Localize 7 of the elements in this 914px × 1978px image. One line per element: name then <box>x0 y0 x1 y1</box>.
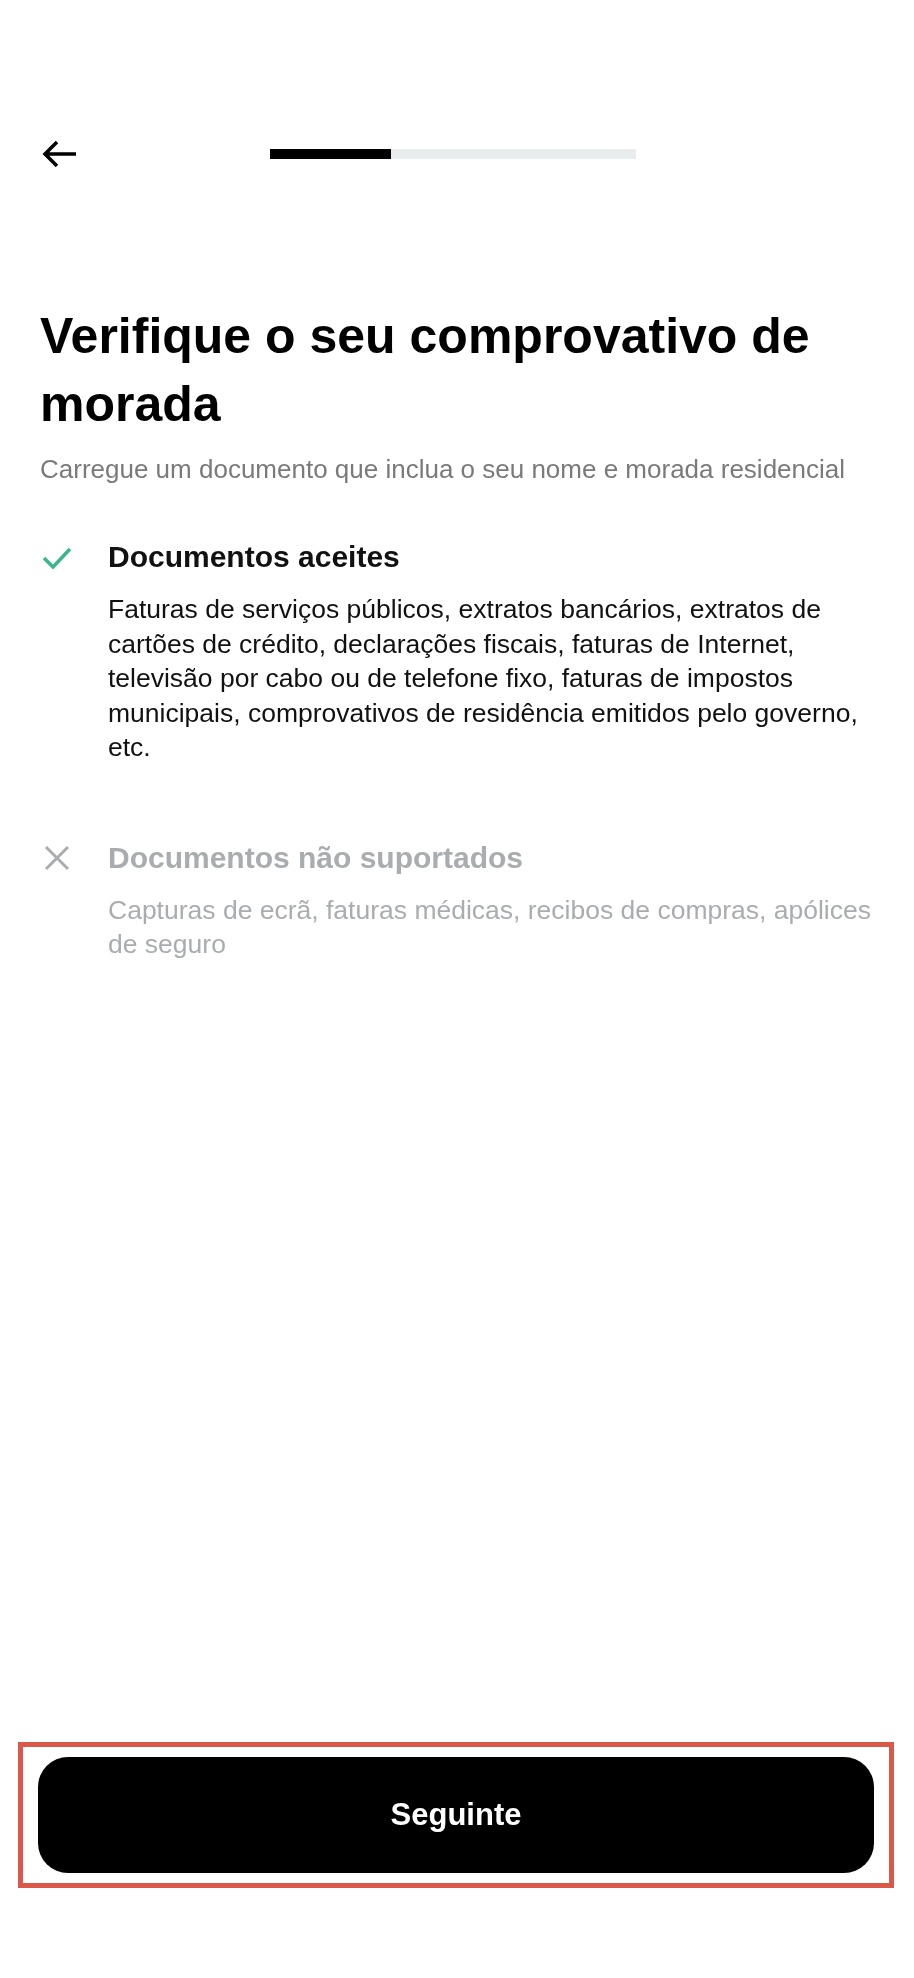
next-button[interactable]: Seguinte <box>38 1757 874 1873</box>
section-heading: Documentos não suportados <box>108 839 525 876</box>
section-description: Faturas de serviços públicos, extratos bancários, extratos de cartões de crédito, declarações fiscais, faturas de Internet, televisão por cabo ou de telefone fixo, faturas de impostos municipais, comprovativos de residência emitidos pelo governo, etc. <box>108 593 859 764</box>
subtitle: Carregue um documento que inclua o seu nome e morada residencial <box>40 453 847 486</box>
section-heading: Documentos aceites <box>108 539 401 575</box>
section-description: Capturas de ecrã, faturas médicas, recibos de compras, apólices de seguro <box>108 893 872 961</box>
page-title: Verifique o seu comprovativo de morada <box>40 307 811 434</box>
